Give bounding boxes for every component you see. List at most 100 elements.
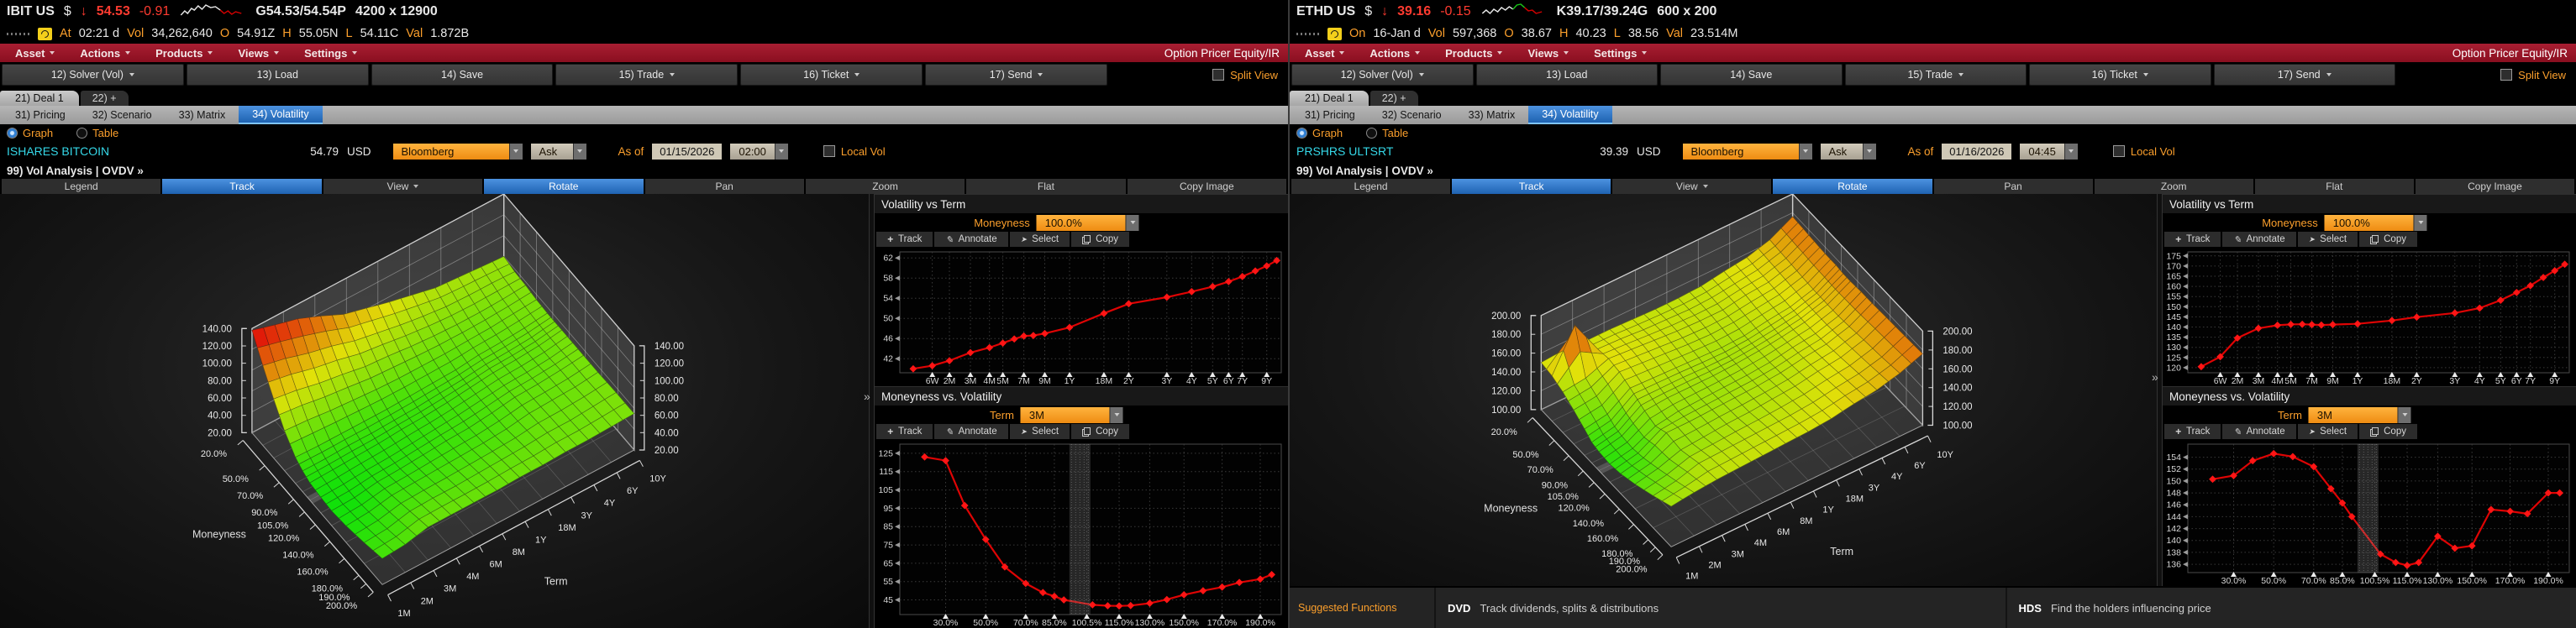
- load-button[interactable]: 13) Load: [187, 64, 369, 86]
- tab-pricing[interactable]: 31) Pricing: [2, 106, 79, 124]
- tab-deal-1[interactable]: 21) Deal 1: [0, 91, 79, 106]
- legend-button[interactable]: Legend: [2, 179, 160, 194]
- expand-icon[interactable]: [2152, 370, 2158, 384]
- tab-scenario[interactable]: 32) Scenario: [1369, 106, 1455, 124]
- track-tool[interactable]: Track: [876, 424, 933, 439]
- table-radio[interactable]: Table: [76, 127, 118, 139]
- copy-tool[interactable]: Copy: [1071, 424, 1129, 439]
- vol-surface-3d[interactable]: 140.00120.00100.0080.0060.0040.0020.0014…: [0, 194, 869, 628]
- vol-surface-3d[interactable]: 200.00180.00160.00140.00120.00100.00200.…: [1290, 194, 2157, 586]
- source-dropdown[interactable]: Bloomberg: [393, 144, 523, 160]
- flat-button[interactable]: Flat: [2255, 179, 2414, 194]
- local-vol-toggle[interactable]: Local Vol: [2113, 145, 2175, 158]
- menu-products[interactable]: Products: [1438, 47, 1521, 60]
- vol-analysis-link[interactable]: 99) Vol Analysis | OVDV »: [1296, 165, 1433, 177]
- select-tool[interactable]: Select: [2298, 424, 2358, 439]
- menu-settings[interactable]: Settings: [297, 47, 376, 60]
- solver-button[interactable]: 12) Solver (Vol): [1291, 64, 1474, 86]
- menu-products[interactable]: Products: [149, 47, 231, 60]
- vol-analysis-link[interactable]: 99) Vol Analysis | OVDV »: [7, 165, 144, 177]
- source-dropdown[interactable]: Bloomberg: [1683, 144, 1812, 160]
- tab-add-deal[interactable]: 22) +: [81, 91, 129, 106]
- annotate-tool[interactable]: Annotate: [934, 232, 1007, 247]
- track-button[interactable]: Track: [162, 179, 321, 194]
- asof-time-field[interactable]: 04:45: [2020, 144, 2078, 160]
- suggested-function-hds[interactable]: HDSFind the holders influencing price: [2006, 588, 2576, 628]
- send-button[interactable]: 17) Send: [2214, 64, 2396, 86]
- graph-radio[interactable]: Graph: [1296, 127, 1343, 139]
- copy-tool[interactable]: Copy: [1071, 232, 1129, 247]
- menu-views[interactable]: Views: [1521, 47, 1587, 60]
- menu-views[interactable]: Views: [231, 47, 297, 60]
- table-radio[interactable]: Table: [1366, 127, 1408, 139]
- save-button[interactable]: 14) Save: [1660, 64, 1843, 86]
- menu-asset[interactable]: Asset: [8, 47, 73, 60]
- vol-term-chart[interactable]: 1201251301351401451501551601651701756W2M…: [2163, 247, 2576, 386]
- trade-button[interactable]: 15) Trade: [555, 64, 738, 86]
- smile-chart[interactable]: 13613814014214414614815015215430.0%50.0%…: [2163, 439, 2576, 586]
- split-view-toggle[interactable]: Split View: [1110, 64, 1286, 86]
- rotate-button[interactable]: Rotate: [1773, 179, 1932, 194]
- solver-button[interactable]: 12) Solver (Vol): [2, 64, 184, 86]
- pan-button[interactable]: Pan: [1934, 179, 2093, 194]
- menu-settings[interactable]: Settings: [1587, 47, 1665, 60]
- flat-button[interactable]: Flat: [966, 179, 1125, 194]
- select-tool[interactable]: Select: [1010, 232, 1070, 247]
- tab-pricing[interactable]: 31) Pricing: [1291, 106, 1369, 124]
- moneyness-dropdown[interactable]: 100.0%: [1037, 215, 1139, 231]
- track-tool[interactable]: Track: [876, 232, 933, 247]
- graph-radio[interactable]: Graph: [7, 127, 53, 139]
- annotate-tool[interactable]: Annotate: [2222, 424, 2295, 439]
- local-vol-toggle[interactable]: Local Vol: [823, 145, 886, 158]
- tab-deal-1[interactable]: 21) Deal 1: [1290, 91, 1369, 106]
- select-tool[interactable]: Select: [2298, 232, 2358, 247]
- moneyness-dropdown[interactable]: 100.0%: [2325, 215, 2427, 231]
- zoom-button[interactable]: Zoom: [2095, 179, 2253, 194]
- copy-tool[interactable]: Copy: [2359, 232, 2417, 247]
- copy-image-button[interactable]: Copy Image: [2416, 179, 2574, 194]
- select-tool[interactable]: Select: [1010, 424, 1070, 439]
- send-button[interactable]: 17) Send: [925, 64, 1107, 86]
- split-view-toggle[interactable]: Split View: [2398, 64, 2574, 86]
- tab-volatility[interactable]: 34) Volatility: [1528, 106, 1611, 124]
- load-button[interactable]: 13) Load: [1476, 64, 1659, 86]
- view-button[interactable]: View: [1612, 179, 1771, 194]
- menu-actions[interactable]: Actions: [73, 47, 149, 60]
- tab-scenario[interactable]: 32) Scenario: [79, 106, 166, 124]
- side-dropdown[interactable]: Ask: [531, 144, 586, 160]
- term-dropdown[interactable]: 3M: [1021, 407, 1123, 423]
- expand-icon[interactable]: [864, 390, 870, 403]
- track-tool[interactable]: Track: [2164, 424, 2221, 439]
- side-dropdown[interactable]: Ask: [1821, 144, 1876, 160]
- copy-tool[interactable]: Copy: [2359, 424, 2417, 439]
- view-button[interactable]: View: [323, 179, 482, 194]
- annotate-tool[interactable]: Annotate: [2222, 232, 2295, 247]
- suggested-function-dvd[interactable]: DVDTrack dividends, splits & distributio…: [1434, 588, 2006, 628]
- asof-date-field[interactable]: 01/15/2026: [652, 144, 722, 160]
- ticket-button[interactable]: 16) Ticket: [740, 64, 923, 86]
- tab-volatility[interactable]: 34) Volatility: [239, 106, 322, 124]
- pan-button[interactable]: Pan: [645, 179, 804, 194]
- copy-image-button[interactable]: Copy Image: [1128, 179, 1286, 194]
- rotate-button[interactable]: Rotate: [484, 179, 643, 194]
- menu-actions[interactable]: Actions: [1363, 47, 1438, 60]
- track-tool[interactable]: Track: [2164, 232, 2221, 247]
- panel-divider[interactable]: [2157, 194, 2163, 586]
- smile-chart[interactable]: 45556575859510511512530.0%50.0%70.0%85.0…: [875, 439, 1288, 628]
- save-button[interactable]: 14) Save: [371, 64, 554, 86]
- trade-button[interactable]: 15) Trade: [1845, 64, 2027, 86]
- tab-matrix[interactable]: 33) Matrix: [1455, 106, 1529, 124]
- tab-add-deal[interactable]: 22) +: [1370, 91, 1418, 106]
- term-dropdown[interactable]: 3M: [2309, 407, 2411, 423]
- legend-button[interactable]: Legend: [1291, 179, 1450, 194]
- caret-down-icon: [1958, 73, 1964, 76]
- annotate-tool[interactable]: Annotate: [934, 424, 1007, 439]
- track-button[interactable]: Track: [1452, 179, 1611, 194]
- tab-matrix[interactable]: 33) Matrix: [166, 106, 239, 124]
- asof-date-field[interactable]: 01/16/2026: [1942, 144, 2011, 160]
- zoom-button[interactable]: Zoom: [806, 179, 965, 194]
- ticket-button[interactable]: 16) Ticket: [2029, 64, 2211, 86]
- menu-asset[interactable]: Asset: [1298, 47, 1363, 60]
- vol-term-chart[interactable]: 4246505458626W2M3M4M5M7M9M1Y18M2Y3Y4Y5Y6…: [875, 247, 1288, 386]
- asof-time-field[interactable]: 02:00: [730, 144, 788, 160]
